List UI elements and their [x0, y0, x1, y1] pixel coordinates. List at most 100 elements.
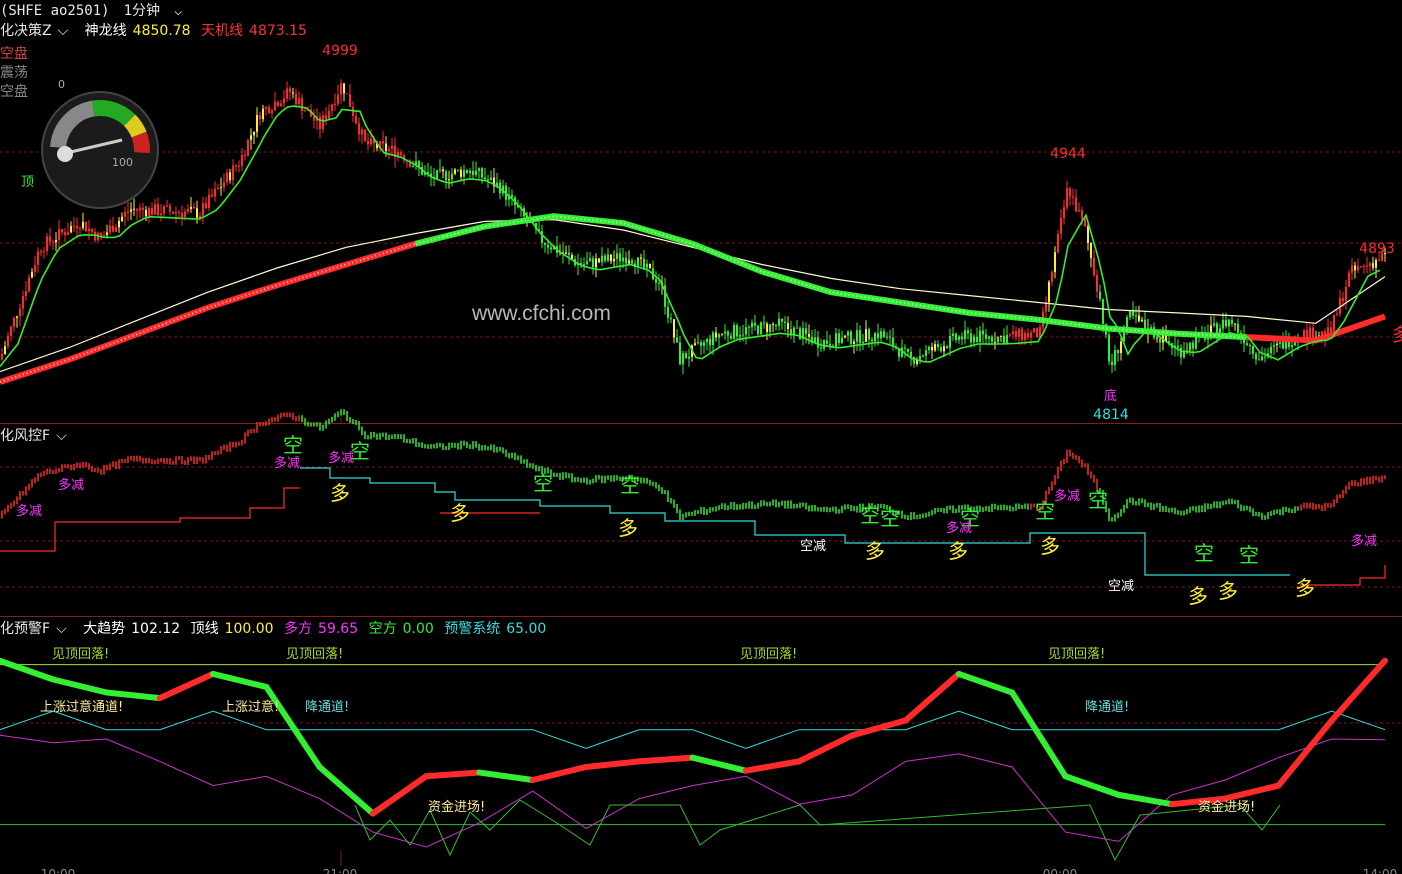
kong-signal: 空: [1035, 499, 1055, 523]
candle-body: [1339, 298, 1341, 314]
candle-body: [994, 341, 996, 343]
trend-segment: [742, 758, 803, 774]
symbol-label[interactable]: (SHFE ao2501): [0, 3, 110, 19]
panel3-name[interactable]: 化预警F ⌵: [0, 621, 73, 637]
candle-body: [214, 188, 216, 197]
trend-segment: [955, 670, 1016, 696]
top-marker: 顶: [21, 175, 34, 190]
candle-body: [808, 334, 810, 337]
chevron-down-icon: ⌵: [57, 23, 69, 39]
candle-body: [1000, 335, 1002, 337]
candle-body: [418, 161, 420, 167]
candle-body: [1177, 345, 1179, 348]
candle-body: [13, 317, 15, 327]
annotation-fall-channel: 降通道!: [305, 700, 349, 715]
duojian-signal: 多减: [58, 477, 84, 493]
candle-body: [91, 228, 93, 232]
candle-body: [1183, 351, 1185, 358]
period-selector[interactable]: 1分钟 ⌵: [124, 3, 197, 19]
candle-body: [1033, 328, 1035, 333]
trend-segment: [476, 769, 536, 783]
candle-body: [58, 229, 60, 241]
candle-body: [1075, 197, 1077, 212]
candle-body: [208, 194, 210, 209]
duo-signal: 多: [1188, 584, 1208, 608]
chart-canvas[interactable]: 4999494448934814顶底多0100空 空空 空空空空空空空 空多多多多多多…: [0, 0, 1402, 874]
candle-body: [148, 208, 150, 217]
candle-body: [1042, 311, 1044, 328]
candle-body: [682, 353, 684, 365]
candle-body: [133, 208, 135, 210]
candle-body: [658, 282, 660, 284]
candle-body: [424, 171, 426, 175]
candle-body: [856, 330, 858, 342]
candle-body: [1018, 328, 1020, 337]
candle-body: [823, 340, 825, 349]
candle-body: [1285, 337, 1287, 349]
candle-body: [571, 254, 573, 260]
candle-body: [229, 172, 231, 181]
trend-segment: [849, 717, 909, 739]
candle-body: [1324, 331, 1326, 337]
candle-body: [670, 317, 672, 320]
gauge-arc-red: [131, 131, 150, 154]
candle-body: [433, 176, 435, 179]
candle-body: [1129, 310, 1131, 318]
candle-body: [637, 257, 639, 267]
candle-body: [409, 160, 411, 167]
candle-body: [355, 115, 357, 124]
candle-body: [493, 177, 495, 187]
candle-body: [343, 83, 345, 94]
shenlong-band-up: [0, 240, 417, 385]
candle-body: [487, 179, 489, 181]
panel1-name[interactable]: 化决策Z ⌵: [0, 23, 74, 39]
candle-body: [124, 211, 126, 217]
candle-body: [898, 348, 900, 357]
time-axis-label: 14:00: [1363, 867, 1398, 874]
candle-body: [1159, 338, 1161, 343]
candle-body: [724, 331, 726, 334]
candle-body: [1171, 343, 1173, 348]
tianji-line: [0, 218, 1386, 373]
candle-body: [955, 333, 957, 341]
kong-signal: 空: [1088, 488, 1108, 512]
candle-body: [1342, 298, 1344, 302]
candle-body: [1264, 356, 1266, 358]
duo-signal: 多: [330, 481, 350, 505]
candle-body: [1030, 332, 1032, 338]
panel3-ind4-value: 0.00: [402, 621, 434, 637]
trend-segment: [210, 670, 270, 690]
candle-body: [370, 138, 372, 145]
candle-body: [1048, 281, 1050, 303]
candle-body: [1024, 333, 1026, 341]
trend-segment: [263, 683, 323, 770]
time-axis-label: 21:00: [323, 867, 358, 874]
candle-body: [1087, 226, 1089, 244]
gauge-dial: [41, 91, 159, 209]
candle-body: [616, 253, 618, 259]
candle-body: [820, 347, 822, 349]
annotation-fund-in: 资金进场!: [1198, 799, 1255, 815]
candle-body: [502, 185, 504, 194]
gauge-hub: [57, 146, 73, 162]
candle-body: [52, 241, 54, 243]
candle-body: [316, 116, 318, 121]
candle-body: [283, 98, 285, 104]
candle-body: [925, 350, 927, 357]
duo-signal: 多: [1040, 534, 1060, 558]
panel2-name[interactable]: 化风控F ⌵: [0, 428, 73, 444]
candle-body: [151, 208, 153, 215]
candle-body: [403, 155, 405, 161]
panel3-ind3-label: 多方: [284, 621, 313, 637]
candle-body: [916, 359, 918, 364]
candle-body: [184, 211, 186, 217]
candle-body: [382, 141, 384, 144]
candle-body: [679, 342, 681, 365]
panel2-name-text: 化风控F: [0, 428, 51, 444]
panel3-ind2-label: 顶线: [190, 621, 219, 637]
candle-body: [445, 171, 447, 181]
candle-body: [643, 258, 645, 268]
candle-body: [1039, 327, 1041, 338]
candle-body: [4, 346, 6, 355]
candle-body: [1273, 345, 1275, 347]
